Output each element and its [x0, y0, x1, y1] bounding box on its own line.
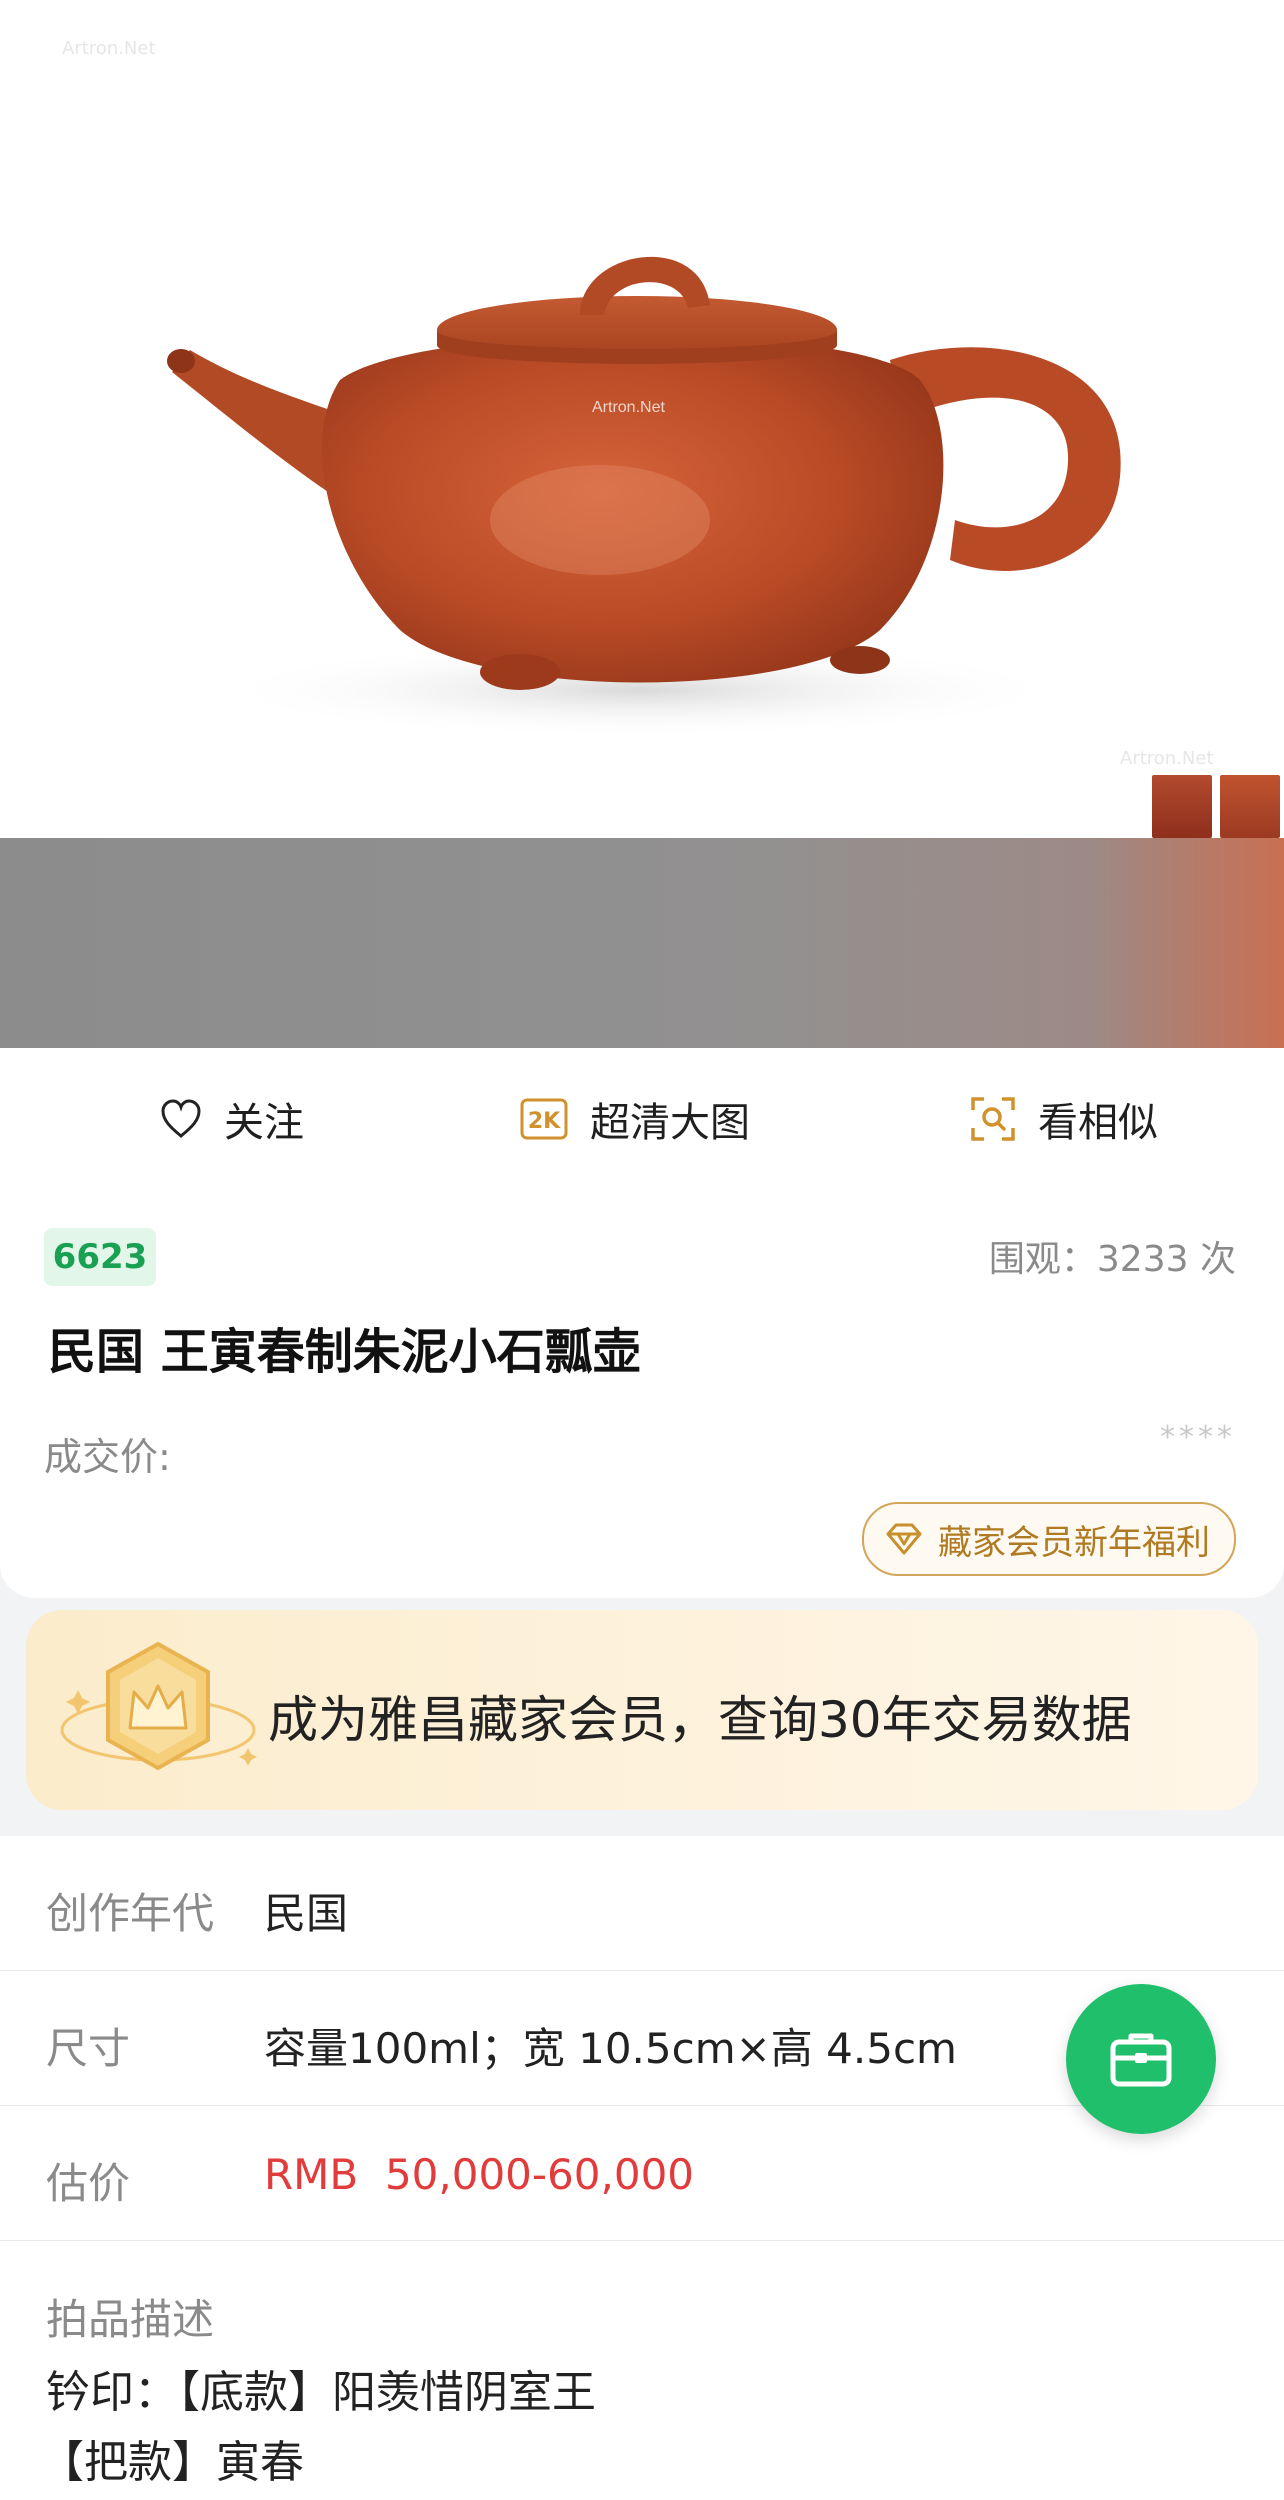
lot-details: 创作年代 民国 尺寸 容量100ml；宽 10.5cm×高 4.5cm 估价 R… — [0, 1836, 1284, 2500]
detail-row-estimate: 估价 RMB 50,000-60,000 — [0, 2106, 1284, 2241]
views-number: 3233 — [1096, 1239, 1189, 1280]
description-text: 【把款】寅春 — [40, 2437, 304, 2488]
description-text: 钤印：【底款】阳羡惜阴室王 — [46, 2367, 596, 2418]
view-count: 围观：3233 次 — [989, 1230, 1236, 1282]
estimate-range: 50,000-60,000 — [384, 2150, 695, 2199]
hd-image-button[interactable]: 2K 超清大图 — [520, 1048, 750, 1190]
estimate-label: 估价 — [46, 2159, 131, 2208]
action-bar: 关注 2K 超清大图 看相似 — [0, 1048, 1284, 1191]
member-benefit-label: 藏家会员新年福利 — [938, 1522, 1210, 1563]
lot-info-card: 6623 围观：3233 次 民国 王寅春制朱泥小石瓢壶 成交价: **** 藏… — [0, 1190, 1284, 1598]
size-label: 尺寸 — [46, 2024, 131, 2073]
estimate-value: RMB 50,000-60,000 — [264, 2150, 694, 2199]
follow-button[interactable]: 关注 — [160, 1048, 304, 1190]
seal-thumbnail[interactable] — [1152, 775, 1212, 838]
views-label: 围观： — [988, 1239, 1097, 1280]
detail-row-era: 创作年代 民国 — [0, 1836, 1284, 1971]
estimate-currency: RMB — [264, 2150, 359, 2199]
lot-number-badge: 6623 — [44, 1228, 156, 1286]
image-search-icon — [971, 1097, 1015, 1141]
2k-icon: 2K — [520, 1098, 568, 1140]
teapot-photo: Artron.Net — [167, 256, 1121, 738]
svg-text:Artron.Net: Artron.Net — [592, 399, 665, 416]
find-similar-button[interactable]: 看相似 — [970, 1048, 1158, 1190]
sold-price-label: 成交价: — [44, 1435, 171, 1479]
lot-hero-image[interactable]: Artron.Net Artron.Net Artron.Net — [0, 0, 1284, 838]
sold-price-masked[interactable]: **** — [1160, 1420, 1236, 1455]
description-label: 拍品描述 — [46, 2295, 215, 2344]
blurred-image-strip — [0, 838, 1284, 1048]
toolbox-fab-button[interactable] — [1066, 1984, 1216, 2134]
briefcase-icon — [1110, 2033, 1172, 2087]
seal-thumbnail[interactable] — [1220, 775, 1280, 838]
lot-title: 民国 王寅春制朱泥小石瓢壶 — [48, 1324, 641, 1380]
size-value: 容量100ml；宽 10.5cm×高 4.5cm — [264, 2024, 957, 2073]
svg-text:2K: 2K — [528, 1109, 561, 1134]
follow-label: 关注 — [224, 1100, 304, 1146]
similar-label: 看相似 — [1038, 1100, 1158, 1146]
watermark: Artron.Net — [62, 38, 156, 59]
era-label: 创作年代 — [46, 1889, 215, 1938]
views-unit: 次 — [1199, 1239, 1236, 1280]
membership-promo-banner[interactable]: 成为雅昌藏家会员，查询30年交易数据 — [26, 1610, 1258, 1810]
era-value: 民国 — [264, 1889, 349, 1938]
watermark: Artron.Net — [1120, 748, 1214, 769]
hd-label: 超清大图 — [590, 1100, 750, 1146]
diamond-icon — [886, 1523, 922, 1555]
member-benefit-button[interactable]: 藏家会员新年福利 — [862, 1502, 1236, 1576]
heart-icon — [161, 1099, 201, 1138]
crown-badge-icon — [60, 1641, 257, 1771]
promo-text: 成为雅昌藏家会员，查询30年交易数据 — [268, 1691, 1132, 1749]
